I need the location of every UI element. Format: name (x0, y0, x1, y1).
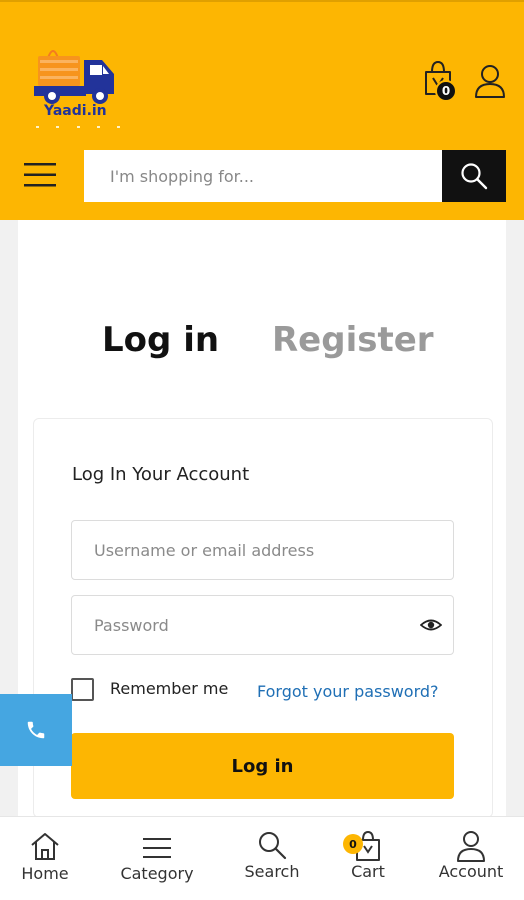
login-button[interactable]: Log in (71, 733, 454, 799)
nav-category[interactable]: Category (112, 816, 202, 883)
search-input[interactable] (84, 150, 442, 202)
user-icon (457, 831, 485, 862)
eye-icon[interactable] (420, 616, 442, 634)
nav-search-label: Search (244, 862, 300, 881)
nav-search[interactable]: Search (238, 816, 306, 881)
call-button[interactable] (0, 694, 72, 766)
forgot-password-link[interactable]: Forgot your password? (257, 682, 439, 701)
logo-text: Yaadi.in (44, 103, 107, 119)
tab-login[interactable]: Log in (102, 320, 219, 360)
phone-icon (27, 721, 45, 739)
home-icon (31, 833, 59, 860)
nav-home-label: Home (21, 864, 69, 883)
user-icon[interactable] (474, 64, 506, 98)
cart-count-badge: 0 (435, 80, 457, 102)
search-icon (461, 163, 488, 190)
remember-me-checkbox[interactable] (71, 678, 94, 701)
search-icon (259, 832, 287, 860)
logo-underline (36, 126, 120, 130)
search-button[interactable] (442, 150, 506, 202)
password-field[interactable] (71, 595, 454, 655)
category-list-icon (143, 838, 171, 858)
nav-account-label: Account (438, 862, 504, 881)
tab-register[interactable]: Register (272, 320, 434, 360)
login-card-title: Log In Your Account (72, 464, 250, 485)
nav-category-label: Category (120, 864, 194, 883)
hamburger-menu-icon[interactable] (24, 162, 56, 188)
nav-account[interactable]: Account (432, 816, 510, 881)
nav-cart-count-badge: 0 (343, 834, 363, 854)
username-field[interactable] (71, 520, 454, 580)
nav-cart-label: Cart (351, 862, 385, 881)
nav-home[interactable]: Home (14, 816, 76, 883)
remember-me-label: Remember me (110, 679, 229, 698)
